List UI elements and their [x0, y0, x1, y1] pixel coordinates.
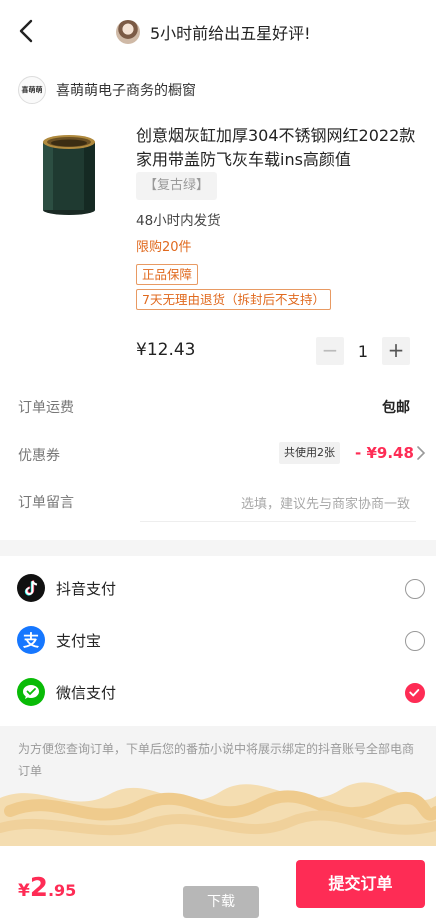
coupon-count-badge[interactable]: 共使用2张: [279, 442, 340, 464]
shipping-time: 48小时内发货: [136, 213, 221, 229]
chevron-right-icon[interactable]: [416, 445, 426, 461]
shipping-fee-label: 订单运费: [18, 400, 74, 416]
product-price: ¥12.43: [136, 340, 196, 360]
quantity-minus-button[interactable]: −: [316, 337, 344, 365]
section-divider: [0, 540, 436, 556]
shop-logo: 喜萌萌: [18, 76, 46, 104]
coupon-label: 优惠券: [18, 448, 60, 464]
svg-text:支: 支: [22, 631, 40, 650]
radio-alipay[interactable]: [405, 631, 425, 651]
tag-return-policy: 7天无理由退货（拆封后不支持）: [136, 289, 331, 310]
coupon-discount-value[interactable]: - ¥9.48: [355, 444, 414, 462]
shop-name: 喜萌萌电子商务的橱窗: [56, 83, 196, 99]
quantity-plus-button[interactable]: +: [382, 337, 410, 365]
redaction-scribble: [0, 782, 436, 846]
payment-label-alipay: 支付宝: [56, 632, 102, 650]
total-integer: 2: [29, 873, 48, 903]
download-button[interactable]: 下载: [183, 886, 259, 918]
total-price: ¥2.95: [18, 873, 76, 903]
back-arrow-icon[interactable]: [14, 18, 40, 44]
quantity-value[interactable]: 1: [344, 342, 382, 361]
order-note-input[interactable]: [140, 488, 416, 522]
payment-label-wechat: 微信支付: [56, 684, 117, 702]
purchase-limit: 限购20件: [136, 240, 192, 255]
alipay-icon: 支: [17, 626, 45, 654]
bottom-bar: ¥2.95 下载 提交订单: [0, 846, 436, 921]
total-currency: ¥: [18, 881, 30, 901]
payment-option-douyin[interactable]: 抖音支付: [0, 561, 436, 613]
order-notice: 为方便您查询订单，下单后您的番茄小说中将展示绑定的抖音账号全部电商订单: [0, 726, 436, 846]
tag-authentic: 正品保障: [136, 264, 199, 285]
submit-order-button[interactable]: 提交订单: [296, 860, 425, 908]
quantity-stepper: − 1 +: [316, 337, 410, 365]
radio-douyin[interactable]: [405, 579, 425, 599]
review-notice: 5小时前给出五星好评!: [116, 18, 311, 46]
page-title: 5小时前给出五星好评!: [150, 24, 311, 43]
payment-option-wechat[interactable]: 微信支付: [0, 665, 436, 717]
product-name: 创意烟灰缸加厚304不锈钢网红2022款家用带盖防飞灰车载ins高颜值: [136, 126, 416, 169]
product-variant: 【复古绿】: [136, 172, 218, 200]
payment-option-alipay[interactable]: 支 支付宝: [0, 613, 436, 665]
order-note-label: 订单留言: [18, 495, 74, 511]
shop-header[interactable]: 喜萌萌 喜萌萌电子商务的橱窗: [18, 76, 196, 104]
payment-label-douyin: 抖音支付: [56, 580, 117, 598]
avatar: [116, 20, 140, 44]
total-decimal: .95: [47, 881, 77, 900]
radio-wechat-checked[interactable]: [405, 683, 425, 703]
douyin-pay-icon: [17, 574, 45, 602]
wechat-pay-icon: [17, 678, 45, 706]
product-image: [38, 132, 100, 218]
top-bar: 5小时前给出五星好评!: [0, 0, 436, 62]
shipping-fee-value: 包邮: [382, 400, 410, 416]
